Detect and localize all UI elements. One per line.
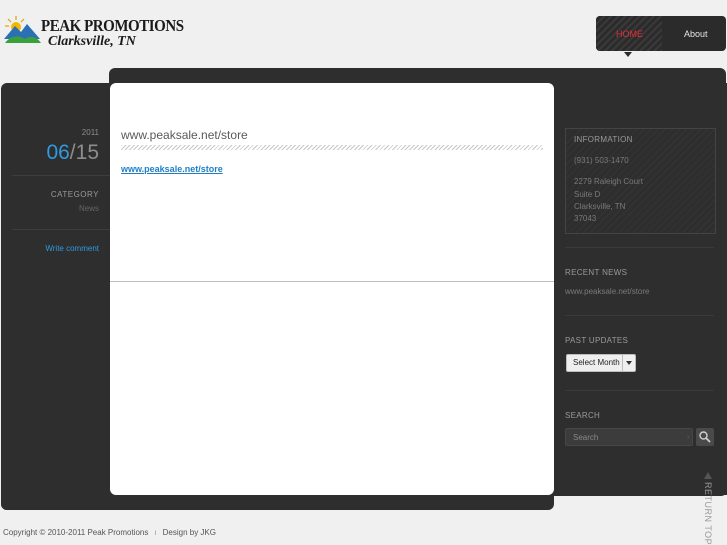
- main-nav: HOME About: [596, 16, 726, 57]
- meta-divider: [12, 175, 110, 176]
- address-line: Clarksville, TN: [574, 202, 626, 211]
- search-heading: SEARCH: [565, 411, 601, 420]
- logo-title: PEAK PROMOTIONS: [41, 16, 184, 35]
- address-line: 37043: [574, 214, 597, 223]
- sidebar-divider: [565, 390, 714, 391]
- address-line: 2279 Raleigh Court: [574, 177, 643, 186]
- copyright-text: Copyright © 2010-2011 Peak Promotions: [3, 528, 149, 537]
- search-input[interactable]: [565, 428, 693, 446]
- logo-subtitle: Clarksville, TN: [48, 34, 136, 49]
- chevron-down-icon: [626, 361, 632, 365]
- post-day: 15: [75, 141, 99, 164]
- address-line: Suite D: [574, 190, 601, 199]
- search-field-separator: ›: [687, 434, 690, 441]
- category-heading: CATEGORY: [50, 190, 99, 199]
- recent-news-link[interactable]: www.peaksale.net/store: [565, 287, 650, 296]
- post-body-link[interactable]: www.peaksale.net/store: [121, 164, 223, 174]
- information-box: INFORMATION (931) 503-1470 2279 Raleigh …: [565, 128, 716, 234]
- sidebar-divider: [565, 315, 714, 316]
- design-credit: Design by JKG: [162, 528, 216, 537]
- title-underline: [121, 145, 543, 150]
- footer-separator: ı: [154, 528, 157, 537]
- meta-divider: [12, 229, 110, 230]
- nav-about[interactable]: About: [684, 29, 708, 39]
- past-updates-heading: PAST UPDATES: [565, 336, 629, 345]
- site-logo[interactable]: PEAK PROMOTIONS Clarksville, TN: [3, 13, 184, 53]
- post-divider: [110, 281, 554, 282]
- search-icon: [699, 431, 711, 443]
- phone-number: (931) 503-1470: [574, 156, 629, 165]
- select-arrow: [622, 355, 635, 371]
- sidebar-divider: [565, 247, 714, 248]
- post-month: 06: [46, 141, 70, 164]
- post-year: 2011: [81, 128, 99, 137]
- category-link[interactable]: News: [0, 204, 99, 213]
- month-select[interactable]: Select Month: [566, 354, 636, 372]
- arrow-up-icon: [704, 472, 712, 479]
- information-heading: INFORMATION: [574, 135, 633, 144]
- post-title[interactable]: www.peaksale.net/store: [121, 128, 248, 142]
- recent-news-heading: RECENT NEWS: [565, 268, 628, 277]
- post-date: 06/15: [0, 141, 99, 165]
- month-select-value: Select Month: [573, 358, 620, 367]
- nav-home[interactable]: HOME: [616, 29, 643, 39]
- write-comment-link[interactable]: Write comment: [0, 244, 99, 253]
- nav-active-caret-icon: [624, 52, 632, 57]
- footer: Copyright © 2010-2011 Peak Promotions ı De…: [3, 528, 216, 537]
- return-top-button[interactable]: RETURN TOP: [700, 472, 716, 545]
- search-button[interactable]: [696, 428, 714, 446]
- mountain-sun-logo-icon: [4, 16, 41, 43]
- post-card: www.peaksale.net/store www.peaksale.net/…: [110, 83, 554, 495]
- return-top-label: RETURN TOP: [703, 482, 713, 545]
